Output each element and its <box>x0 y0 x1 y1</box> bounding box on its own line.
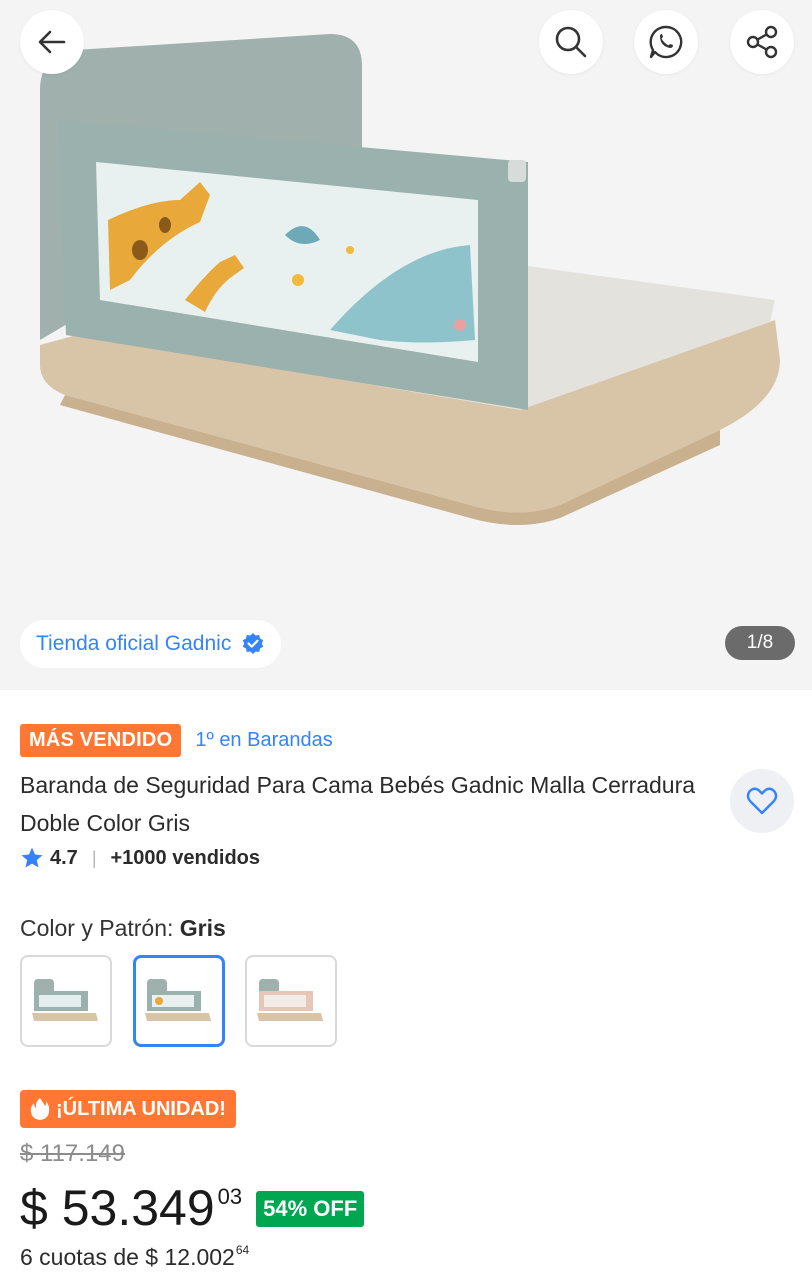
star-icon <box>21 847 43 868</box>
verified-badge-icon <box>243 633 264 654</box>
arrow-left-icon <box>38 30 66 54</box>
rating-value: 4.7 <box>50 846 78 869</box>
official-store-link[interactable]: Tienda oficial Gadnic <box>20 620 282 668</box>
flame-icon <box>30 1098 50 1120</box>
rating-row[interactable]: 4.7 | +1000 vendidos <box>20 846 260 870</box>
price-cents: 03 <box>217 1184 243 1209</box>
selected-variant: Gris <box>179 915 226 941</box>
store-label: Tienda oficial Gadnic <box>36 632 232 655</box>
product-image <box>40 34 780 525</box>
installments-cents: 64 <box>235 1243 250 1257</box>
variant-option[interactable] <box>245 955 337 1047</box>
whatsapp-share-button[interactable] <box>634 10 698 74</box>
category-rank-link[interactable]: 1º en Barandas <box>195 729 332 752</box>
sold-count: +1000 vendidos <box>110 846 261 869</box>
whatsapp-icon <box>649 25 683 59</box>
divider: | <box>91 847 97 868</box>
variant-label: Color y Patrón: Gris <box>20 915 226 942</box>
product-title: Baranda de Seguridad Para Cama Bebés Gad… <box>20 772 696 836</box>
installments-text: 6 cuotas de $ 12.002 <box>20 1244 235 1270</box>
variant-thumbnail <box>145 979 211 1021</box>
image-gallery[interactable]: Tienda oficial Gadnic 1/8 <box>0 0 812 690</box>
variant-thumbnail <box>257 979 323 1021</box>
price: $ 53.349 <box>20 1180 215 1236</box>
back-button[interactable] <box>20 10 84 74</box>
search-icon <box>555 26 587 58</box>
last-unit-text: ¡ÚLTIMA UNIDAD! <box>56 1097 226 1120</box>
badges-row: MÁS VENDIDO 1º en Barandas <box>20 724 333 757</box>
last-unit-badge: ¡ÚLTIMA UNIDAD! <box>20 1090 236 1128</box>
price-row: $ 53.349 03 54% OFF <box>20 1178 365 1238</box>
installments-info[interactable]: 6 cuotas de $ 12.00264 <box>20 1243 249 1271</box>
favorite-button[interactable] <box>730 769 794 833</box>
variant-option-selected[interactable] <box>133 955 225 1047</box>
variant-thumbnail <box>32 979 98 1021</box>
heart-icon <box>746 787 778 815</box>
share-button[interactable] <box>730 10 794 74</box>
best-seller-badge: MÁS VENDIDO <box>20 724 182 757</box>
share-icon <box>746 25 778 59</box>
variant-option[interactable] <box>20 955 112 1047</box>
original-price: $ 117.149 <box>20 1140 125 1167</box>
variant-label-text: Color y Patrón: <box>20 915 174 941</box>
discount-badge: 54% OFF <box>256 1191 365 1227</box>
search-button[interactable] <box>539 10 603 74</box>
image-counter: 1/8 <box>725 626 795 660</box>
